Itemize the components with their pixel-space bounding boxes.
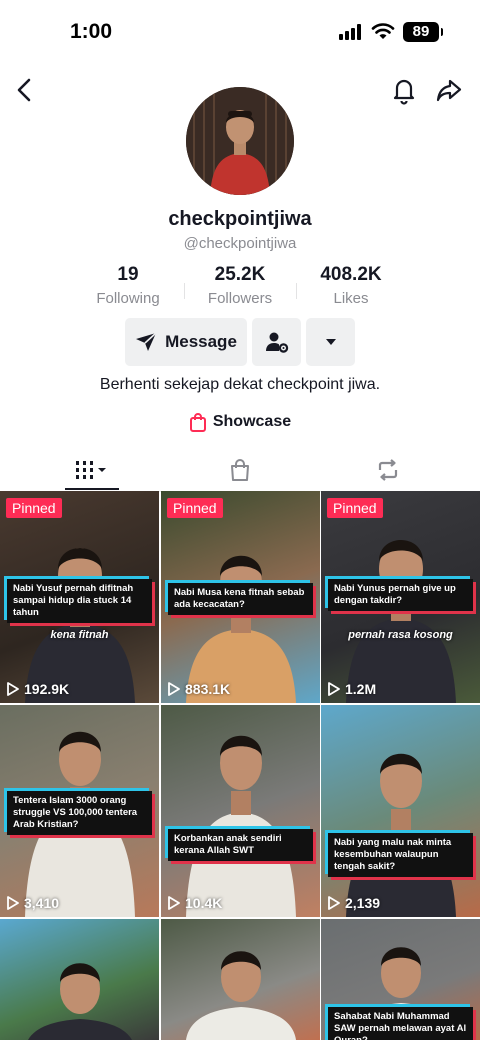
status-time: 1:00 xyxy=(70,20,113,43)
showcase-link[interactable]: Showcase xyxy=(0,412,480,432)
person-gear-icon xyxy=(265,332,288,353)
followers-label: Followers xyxy=(207,290,273,307)
tab-reposts[interactable] xyxy=(308,448,468,492)
handle: @checkpointjiwa xyxy=(183,235,297,252)
view-count-text: 10.4K xyxy=(185,895,223,911)
share-icon[interactable] xyxy=(434,75,464,105)
profile-tabs xyxy=(0,448,480,492)
profile-stats: 19 Following 25.2K Followers 408.2K Like… xyxy=(0,264,480,308)
showcase-label: Showcase xyxy=(212,413,292,430)
profile-bio: Berhenti sekejap dekat checkpoint jiwa. xyxy=(99,376,381,393)
view-count-text: 3,410 xyxy=(24,895,60,911)
video-tile[interactable]: Pinned Nabi Yusuf pernah difitnah sampai… xyxy=(0,491,159,703)
view-count: 1.2M xyxy=(328,681,376,697)
message-label: Message xyxy=(165,332,237,351)
video-tile[interactable]: Sahabat Nabi Muhammad SAW pernah melawan… xyxy=(321,919,480,1040)
video-tile[interactable]: Nabi yang malu nak minta kesembuhan wala… xyxy=(321,705,480,917)
play-icon xyxy=(7,682,19,696)
video-caption: Nabi Yusuf pernah difitnah sampai hidup … xyxy=(7,579,152,623)
likes-label: Likes xyxy=(333,290,369,307)
video-caption: Korbankan anak sendiri kerana Allah SWT xyxy=(168,829,313,861)
view-count-text: 192.9K xyxy=(24,681,70,697)
send-icon xyxy=(136,332,157,351)
play-icon xyxy=(168,682,180,696)
message-button[interactable]: Message xyxy=(125,318,247,366)
tab-shop[interactable] xyxy=(160,448,320,492)
video-caption: Nabi yang malu nak minta kesembuhan wala… xyxy=(328,833,473,877)
followers-count: 25.2K xyxy=(214,264,266,285)
following-count: 19 xyxy=(117,264,139,285)
stat-likes[interactable]: 408.2K Likes xyxy=(291,264,411,307)
view-count-text: 1.2M xyxy=(345,681,377,697)
video-tile[interactable] xyxy=(0,919,159,1040)
video-caption: Nabi Musa kena fitnah sebab ada kecacata… xyxy=(168,583,313,615)
video-subtext: pernah rasa kosong xyxy=(348,629,453,641)
shopping-bag-icon xyxy=(189,413,206,432)
video-tile[interactable]: Pinned Nabi Musa kena fitnah sebab ada k… xyxy=(161,491,320,703)
tab-indicator xyxy=(65,488,119,490)
stats-divider xyxy=(184,283,185,299)
grid-icon xyxy=(76,461,106,479)
view-count: 3,410 xyxy=(7,895,59,911)
view-count: 10.4K xyxy=(168,895,222,911)
caret-down-icon xyxy=(325,339,336,345)
play-icon xyxy=(328,896,340,910)
play-icon xyxy=(328,682,340,696)
pinned-badge: Pinned xyxy=(6,498,62,518)
stat-following[interactable]: 19 Following xyxy=(68,264,188,307)
bell-icon[interactable] xyxy=(389,75,419,105)
username: checkpointjiwa xyxy=(168,208,312,230)
view-count-text: 883.1K xyxy=(185,681,231,697)
view-count: 192.9K xyxy=(7,681,69,697)
more-options-button[interactable] xyxy=(306,318,355,366)
video-tile[interactable]: Tentera Islam 3000 orang struggle VS 100… xyxy=(0,705,159,917)
video-caption: Sahabat Nabi Muhammad SAW pernah melawan… xyxy=(328,1007,473,1040)
pinned-badge: Pinned xyxy=(167,498,223,518)
likes-count: 408.2K xyxy=(320,264,382,285)
repost-icon xyxy=(378,459,398,481)
bag-icon xyxy=(231,459,249,481)
status-bar: 1:00 89 xyxy=(0,0,480,62)
video-tile[interactable]: Pinned Nabi Yunus pernah give up dengan … xyxy=(321,491,480,703)
pinned-badge: Pinned xyxy=(327,498,383,518)
stat-followers[interactable]: 25.2K Followers xyxy=(180,264,300,307)
wifi-icon xyxy=(371,23,395,39)
view-count: 883.1K xyxy=(168,681,230,697)
add-friend-button[interactable] xyxy=(252,318,301,366)
tab-videos[interactable] xyxy=(12,448,172,492)
video-tile[interactable] xyxy=(161,919,320,1040)
play-icon xyxy=(7,896,19,910)
stats-divider xyxy=(296,283,297,299)
play-icon xyxy=(168,896,180,910)
view-count-text: 2,139 xyxy=(345,895,381,911)
battery-indicator: 89 xyxy=(403,22,443,42)
signal-icon xyxy=(339,24,361,40)
video-caption: Nabi Yunus pernah give up dengan takdir? xyxy=(328,579,473,611)
view-count: 2,139 xyxy=(328,895,380,911)
following-label: Following xyxy=(96,290,160,307)
video-subtext: kena fitnah xyxy=(50,629,109,641)
chevron-left-icon[interactable] xyxy=(10,75,40,105)
avatar[interactable] xyxy=(186,87,294,195)
video-tile[interactable]: Korbankan anak sendiri kerana Allah SWT … xyxy=(161,705,320,917)
video-caption: Tentera Islam 3000 orang struggle VS 100… xyxy=(7,791,152,835)
